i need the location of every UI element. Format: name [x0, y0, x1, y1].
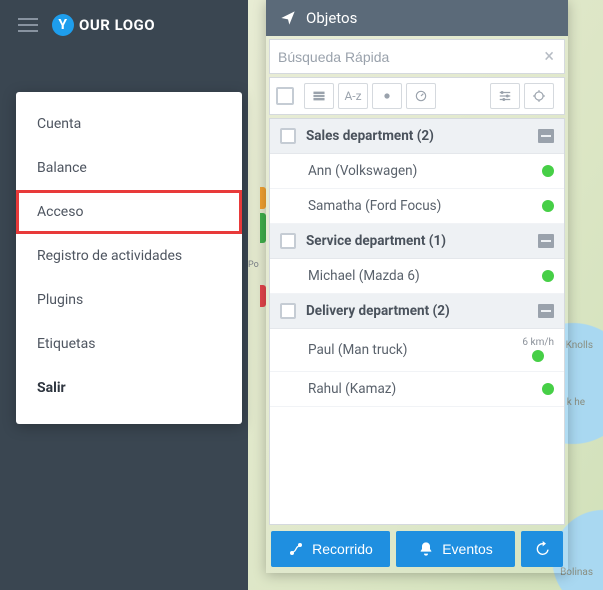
objects-list[interactable]: Sales department (2) Ann (Volkswagen) Sa…: [269, 118, 565, 525]
logo-text: OUR LOGO: [79, 16, 155, 34]
object-name: Samatha (Ford Focus): [308, 198, 532, 214]
object-row[interactable]: Michael (Mazda 6): [270, 259, 564, 294]
location-arrow-icon: [280, 10, 296, 26]
bell-icon: [418, 541, 434, 557]
menu-item-balance[interactable]: Balance: [16, 146, 242, 190]
events-button[interactable]: Eventos: [396, 531, 515, 567]
object-row[interactable]: Samatha (Ford Focus): [270, 189, 564, 224]
group-checkbox[interactable]: [280, 128, 296, 144]
view-list-button[interactable]: [304, 83, 334, 109]
status-dot-icon: [542, 200, 554, 212]
menu-item-salir[interactable]: Salir: [16, 366, 242, 410]
motion-filter-button[interactable]: [406, 83, 436, 109]
history-button[interactable]: [521, 531, 563, 567]
panel-footer: Recorrido Eventos: [266, 525, 568, 573]
route-label: Recorrido: [312, 541, 373, 557]
sort-label: A-z: [344, 89, 361, 103]
status-dot-icon: [542, 270, 554, 282]
gauge-icon: [414, 89, 428, 103]
status-filter-button[interactable]: [372, 83, 402, 109]
group-title: Service department (1): [306, 233, 528, 249]
history-icon: [534, 541, 550, 557]
object-row[interactable]: Rahul (Kamaz): [270, 372, 564, 407]
status-dot-icon: [542, 165, 554, 177]
menu-item-registro[interactable]: Registro de actividades: [16, 234, 242, 278]
search-box[interactable]: ×: [269, 39, 565, 74]
clear-search-icon[interactable]: ×: [542, 46, 556, 67]
collapse-icon[interactable]: [538, 234, 554, 248]
group-checkbox[interactable]: [280, 303, 296, 319]
sort-az-button[interactable]: A-z: [338, 83, 368, 109]
account-menu: Cuenta Balance Acceso Registro de activi…: [16, 92, 242, 424]
app-logo[interactable]: Y OUR LOGO: [52, 14, 155, 36]
menu-item-cuenta[interactable]: Cuenta: [16, 102, 242, 146]
group-header[interactable]: Delivery department (2): [270, 294, 564, 329]
object-name: Rahul (Kamaz): [308, 381, 532, 397]
object-name: Ann (Volkswagen): [308, 163, 532, 179]
object-name: Paul (Man truck): [308, 342, 512, 358]
dot-icon: [380, 89, 394, 103]
group-header[interactable]: Sales department (2): [270, 119, 564, 154]
group-checkbox[interactable]: [280, 233, 296, 249]
events-label: Eventos: [442, 541, 493, 557]
map-place-label: k he: [567, 397, 585, 408]
group-header[interactable]: Service department (1): [270, 224, 564, 259]
object-row[interactable]: Ann (Volkswagen): [270, 154, 564, 189]
group-title: Sales department (2): [306, 128, 528, 144]
logo-badge: Y: [52, 14, 74, 36]
object-speed: 6 km/h: [522, 338, 554, 348]
select-all-checkbox[interactable]: [276, 87, 294, 105]
map-edge-label: Po: [248, 260, 259, 270]
settings-sliders-button[interactable]: [490, 83, 520, 109]
menu-item-acceso[interactable]: Acceso: [16, 190, 242, 234]
group-title: Delivery department (2): [306, 303, 528, 319]
menu-item-etiquetas[interactable]: Etiquetas: [16, 322, 242, 366]
crosshair-icon: [532, 89, 546, 103]
route-icon: [288, 541, 304, 557]
search-input[interactable]: [278, 49, 542, 65]
object-name: Michael (Mazda 6): [308, 268, 532, 284]
object-row[interactable]: Paul (Man truck) 6 km/h: [270, 329, 564, 372]
list-toolbar: A-z: [269, 77, 565, 115]
list-icon: [312, 89, 326, 103]
sliders-icon: [498, 89, 512, 103]
left-rail: Y OUR LOGO Cuenta Balance Acceso Registr…: [0, 0, 248, 590]
status-dot-icon: [532, 350, 544, 362]
objects-panel: Objetos × A-z Sales department (2): [266, 0, 568, 573]
status-dot-icon: [542, 383, 554, 395]
menu-toggle-icon[interactable]: [18, 18, 38, 32]
locate-button[interactable]: [524, 83, 554, 109]
collapse-icon[interactable]: [538, 304, 554, 318]
panel-header: Objetos: [266, 0, 568, 36]
menu-item-plugins[interactable]: Plugins: [16, 278, 242, 322]
route-button[interactable]: Recorrido: [271, 531, 390, 567]
collapse-icon[interactable]: [538, 129, 554, 143]
panel-title: Objetos: [306, 9, 357, 27]
